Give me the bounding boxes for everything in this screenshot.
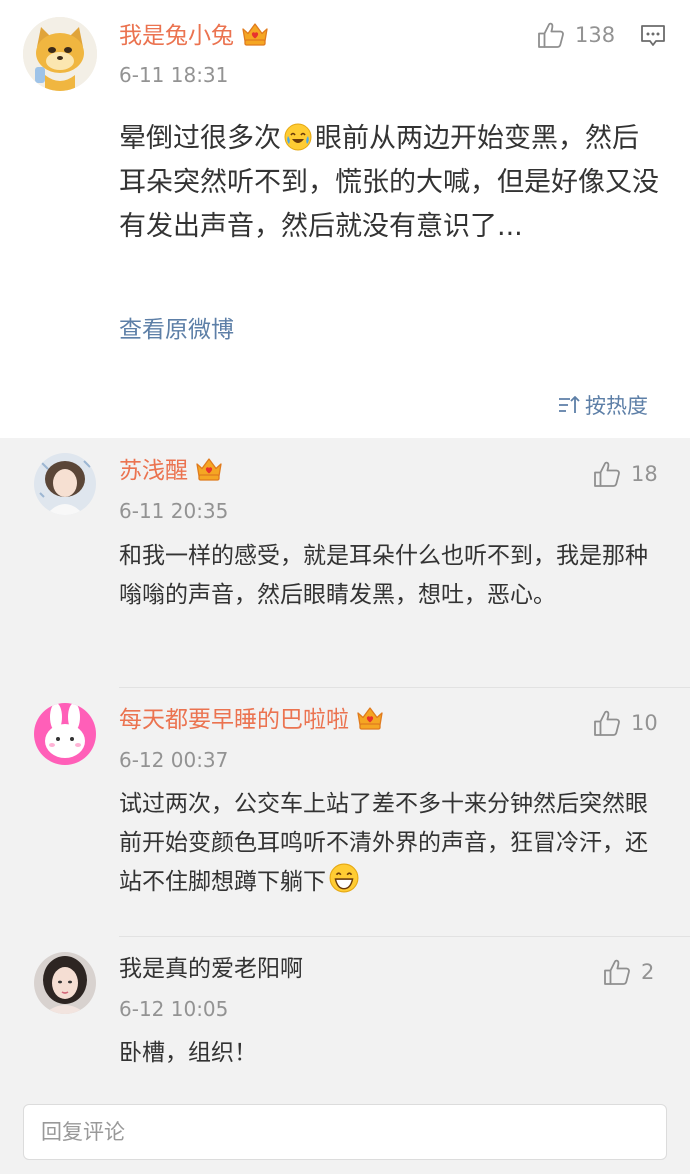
like-button[interactable]: 10 <box>592 708 658 738</box>
sort-label: 按热度 <box>585 394 648 418</box>
comment-icon[interactable] <box>639 22 667 50</box>
thumbs-up-icon <box>592 459 622 489</box>
comment-text: 试过两次，公交车上站了差不多十来分钟然后突然眼前开始变颜色耳鸣听不清外界的声音，… <box>119 785 659 902</box>
timestamp: 6-12 00:37 <box>119 748 229 772</box>
like-button[interactable]: 138 <box>536 20 615 50</box>
main-post: 我是兔小兔 6-11 18:31 138 晕倒过很多次 眼前从两边开始变黑，然后耳… <box>0 0 690 438</box>
like-count: 138 <box>575 23 616 47</box>
comment-text: 卧槽，组织！ <box>119 1040 257 1066</box>
username[interactable]: 我是真的爱老阳啊 <box>119 954 303 984</box>
username[interactable]: 我是兔小兔 <box>119 21 270 51</box>
username-text[interactable]: 苏浅醒 <box>119 458 188 484</box>
comment-text-body: 试过两次，公交车上站了差不多十来分钟然后突然眼前开始变颜色耳鸣听不清外界的声音，… <box>119 791 648 895</box>
post-text: 晕倒过很多次 眼前从两边开始变黑，然后耳朵突然听不到，慌张的大喊，但是好像又没有发… <box>119 117 664 249</box>
crown-badge-icon <box>194 456 224 482</box>
like-button[interactable]: 2 <box>602 957 654 987</box>
crown-badge-icon <box>240 21 270 47</box>
view-original-link[interactable]: 查看原微博 <box>119 315 234 345</box>
reply-input[interactable]: 回复评论 <box>23 1104 667 1160</box>
post-text-part: 晕倒过很多次 <box>119 123 281 154</box>
like-count: 10 <box>631 711 658 735</box>
crown-badge-icon <box>355 705 385 731</box>
avatar[interactable] <box>34 952 96 1014</box>
avatar[interactable] <box>34 453 96 515</box>
laugh-cry-emoji-icon <box>284 123 312 151</box>
username-text[interactable]: 我是兔小兔 <box>119 23 234 49</box>
sort-by-hot-button[interactable]: 按热度 <box>557 391 648 419</box>
comment-list: 苏浅醒 6-11 20:35 18 和我一样的感受，就是耳朵什么也听不到，我是那… <box>0 438 690 1174</box>
timestamp: 6-11 20:35 <box>119 499 229 523</box>
comment-text: 和我一样的感受，就是耳朵什么也听不到，我是那种嗡嗡的声音，然后眼睛发黑，想吐，恶… <box>119 543 648 608</box>
avatar[interactable] <box>34 703 96 765</box>
divider <box>119 687 690 688</box>
username-text[interactable]: 我是真的爱老阳啊 <box>119 956 303 982</box>
avatar[interactable] <box>23 17 97 91</box>
thumbs-up-icon <box>602 957 632 987</box>
thumbs-up-icon <box>536 20 566 50</box>
username[interactable]: 苏浅醒 <box>119 456 224 486</box>
grin-emoji-icon <box>329 863 359 893</box>
username[interactable]: 每天都要早睡的巴啦啦 <box>119 705 385 735</box>
divider <box>119 936 690 937</box>
like-count: 18 <box>631 462 658 486</box>
sort-icon <box>559 396 580 413</box>
like-button[interactable]: 18 <box>592 459 658 489</box>
timestamp: 6-12 10:05 <box>119 997 229 1021</box>
like-count: 2 <box>641 960 655 984</box>
thumbs-up-icon <box>592 708 622 738</box>
username-text[interactable]: 每天都要早睡的巴啦啦 <box>119 707 349 733</box>
timestamp: 6-11 18:31 <box>119 63 229 87</box>
